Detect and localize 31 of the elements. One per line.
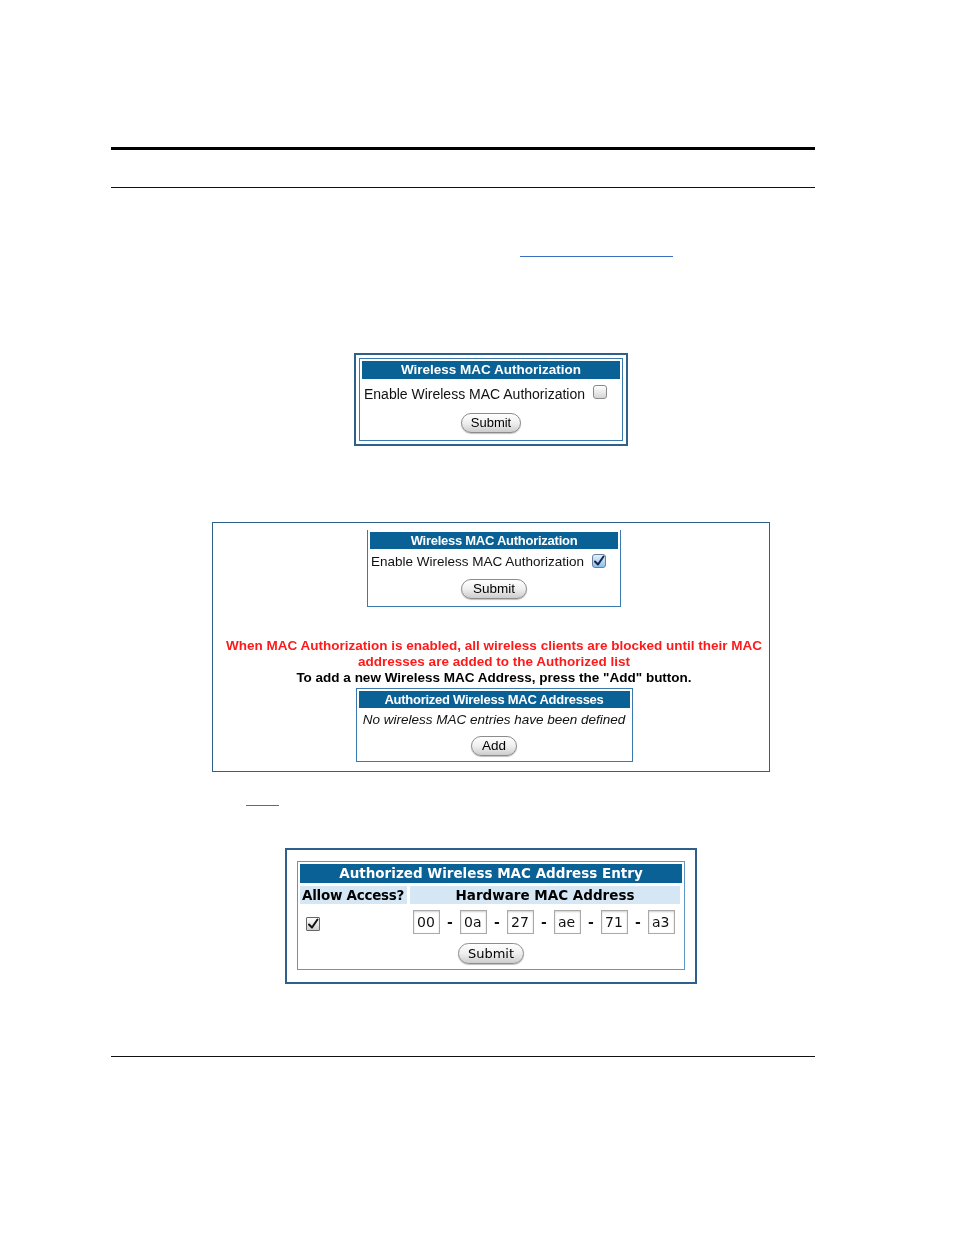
column-header: Hardware MAC Address (410, 886, 680, 904)
checkbox-label: Enable Wireless MAC Authorization (364, 385, 585, 403)
submit-button[interactable]: Submit (460, 413, 522, 433)
panel-title: Wireless MAC Authorization (370, 532, 618, 549)
checkbox[interactable] (593, 385, 607, 399)
panel-title: Authorized Wireless MAC Addresses (358, 691, 630, 708)
checkbox[interactable] (306, 917, 320, 931)
column-header: Allow Access? (300, 886, 407, 904)
octet-separator: - (494, 913, 500, 932)
panel-title: Wireless MAC Authorization (362, 361, 620, 379)
submit-button[interactable]: Submit (461, 579, 527, 599)
octet-separator: - (541, 913, 547, 932)
add-button[interactable]: Add (471, 736, 517, 756)
octet-field[interactable]: 00 (413, 910, 440, 934)
warning-text: When MAC Authorization is enabled, all wireless clients are blocked until their MAC addresses are added to the Authorized list (225, 638, 763, 670)
octet-field[interactable]: 0a (460, 910, 487, 934)
panel-title: Authorized Wireless MAC Address Entry (300, 864, 682, 883)
octet-field[interactable]: 71 (601, 910, 628, 934)
empty-message: No wireless MAC entries have been defined (361, 712, 627, 728)
octet-separator: - (447, 913, 453, 932)
checkmark-icon (307, 918, 319, 930)
octet-field[interactable]: a3 (648, 910, 675, 934)
octet-field[interactable]: ae (554, 910, 581, 934)
checkbox-label: Enable Wireless MAC Authorization (371, 553, 585, 571)
octet-field[interactable]: 27 (507, 910, 534, 934)
submit-button[interactable]: Submit (457, 943, 525, 964)
checkbox[interactable] (592, 554, 607, 568)
octet-separator: - (635, 913, 641, 932)
checkmark-icon (593, 555, 606, 567)
instruction-text: To add a new Wireless MAC Address, press the "Add" button. (296, 670, 692, 686)
octet-separator: - (588, 913, 594, 932)
